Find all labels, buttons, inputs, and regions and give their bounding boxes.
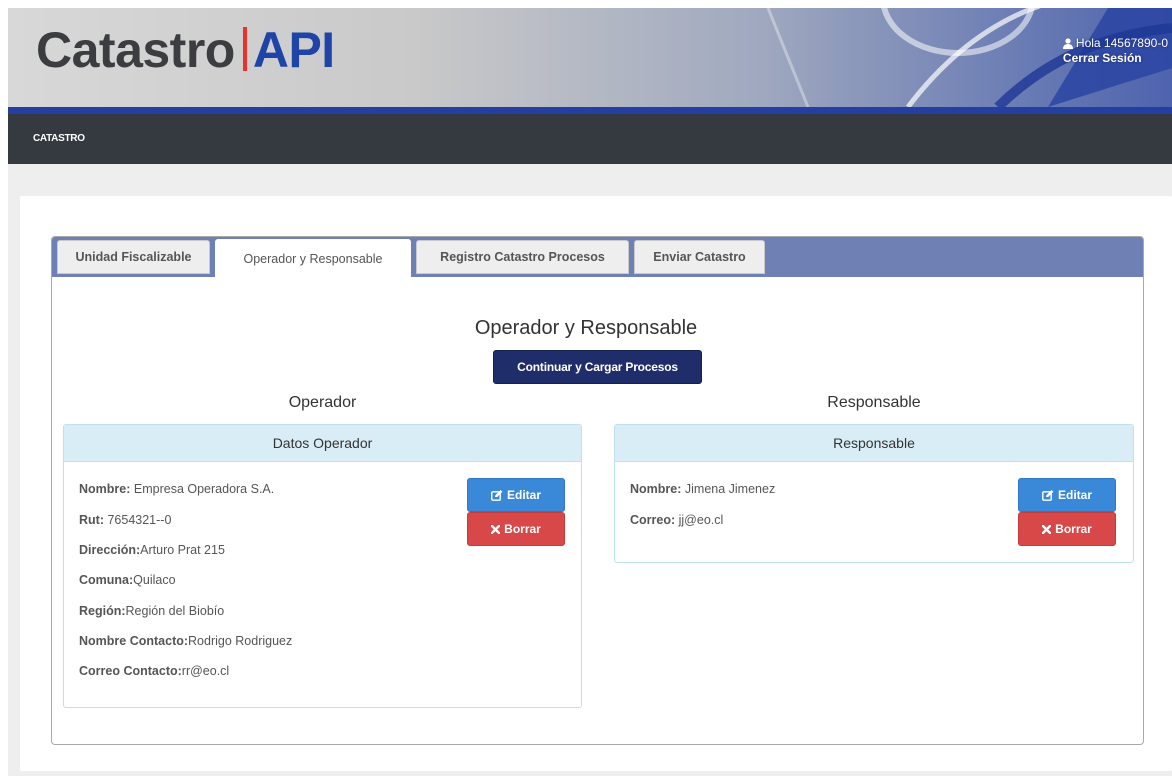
- site-header: Catastro API Hola 14567890-0 Cerrar Sesió…: [8, 8, 1172, 107]
- edit-icon: [491, 489, 503, 501]
- field-label: Nombre:: [79, 482, 131, 496]
- field-value: rr@eo.cl: [181, 664, 230, 678]
- field-value: jj@eo.cl: [675, 513, 724, 527]
- user-icon: [1062, 38, 1073, 49]
- responsable-edit-button[interactable]: Editar: [1018, 478, 1116, 512]
- tab-label: Unidad Fiscalizable: [75, 250, 192, 264]
- responsable-field-correo: Correo: jj@eo.cl: [630, 513, 723, 527]
- top-navbar: CATASTRO: [8, 114, 1172, 164]
- user-greeting: Hola 14567890-0: [1075, 36, 1168, 50]
- responsable-field-nombre: Nombre: Jimena Jimenez: [630, 482, 775, 496]
- field-value: 7654321--0: [104, 513, 172, 527]
- responsable-card-header: Responsable: [615, 425, 1133, 462]
- edit-label: Editar: [1057, 488, 1092, 502]
- operador-heading: Operador: [288, 394, 357, 411]
- logout-link[interactable]: Cerrar Sesión: [1063, 51, 1168, 66]
- operador-field-correo-contacto: Correo Contacto:rr@eo.cl: [79, 664, 229, 678]
- nav-item-catastro[interactable]: CATASTRO: [33, 133, 85, 144]
- operador-field-rut: Rut: 7654321--0: [79, 513, 171, 527]
- edit-icon: [1042, 489, 1054, 501]
- field-label: Región:: [79, 604, 126, 618]
- tab-label: Enviar Catastro: [653, 250, 746, 264]
- tab-label: Operador y Responsable: [243, 251, 383, 266]
- field-label: Nombre Contacto:: [79, 634, 189, 648]
- tab-registro-catastro-procesos[interactable]: Registro Catastro Procesos: [416, 240, 629, 274]
- tab-label: Registro Catastro Procesos: [440, 250, 605, 264]
- continue-upload-processes-button[interactable]: Continuar y Cargar Procesos: [493, 350, 702, 384]
- brand-logo[interactable]: Catastro API: [36, 21, 335, 79]
- user-box: Hola 14567890-0 Cerrar Sesión: [1062, 36, 1168, 66]
- brand-separator: [242, 27, 247, 71]
- responsable-delete-button[interactable]: Borrar: [1018, 512, 1116, 546]
- brand-word-catastro: Catastro: [36, 22, 235, 78]
- edit-label: Editar: [506, 488, 541, 502]
- field-label: Nombre:: [630, 482, 682, 496]
- operador-field-comuna: Comuna:Quilaco: [79, 573, 176, 587]
- field-label: Correo Contacto:: [79, 664, 182, 678]
- header-accent-band: [8, 107, 1172, 114]
- delete-label: Borrar: [1055, 522, 1092, 536]
- field-label: Correo:: [630, 513, 676, 527]
- field-value: Región del Biobío: [125, 604, 225, 618]
- times-icon: [491, 524, 501, 534]
- operador-card-header: Datos Operador: [64, 425, 581, 462]
- operador-edit-button[interactable]: Editar: [467, 478, 565, 512]
- field-value: Jimena Jimenez: [681, 482, 776, 496]
- tab-enviar-catastro[interactable]: Enviar Catastro: [634, 240, 765, 274]
- times-icon: [1042, 524, 1052, 534]
- field-label: Dirección:: [79, 543, 141, 557]
- field-label: Rut:: [79, 513, 104, 527]
- operador-field-direccion: Dirección:Arturo Prat 215: [79, 543, 225, 557]
- brand-word-api: API: [252, 22, 335, 78]
- tab-operador-responsable[interactable]: Operador y Responsable: [215, 239, 411, 278]
- field-value: Empresa Operadora S.A.: [130, 482, 275, 496]
- field-value: Rodrigo Rodriguez: [188, 634, 293, 648]
- field-value: Arturo Prat 215: [140, 543, 225, 557]
- field-label: Comuna:: [79, 573, 134, 587]
- operador-field-nombre: Nombre: Empresa Operadora S.A.: [79, 482, 274, 496]
- tab-unidad-fiscalizable[interactable]: Unidad Fiscalizable: [57, 240, 210, 274]
- operador-field-nombre-contacto: Nombre Contacto:Rodrigo Rodriguez: [79, 634, 292, 648]
- operador-delete-button[interactable]: Borrar: [467, 512, 565, 546]
- tab-bar: Unidad Fiscalizable Operador y Responsab…: [52, 237, 1143, 278]
- operador-field-region: Región:Región del Biobío: [79, 604, 224, 618]
- field-value: Quilaco: [133, 573, 176, 587]
- delete-label: Borrar: [504, 522, 541, 536]
- page-title: Operador y Responsable: [474, 317, 698, 339]
- responsable-heading: Responsable: [827, 394, 921, 411]
